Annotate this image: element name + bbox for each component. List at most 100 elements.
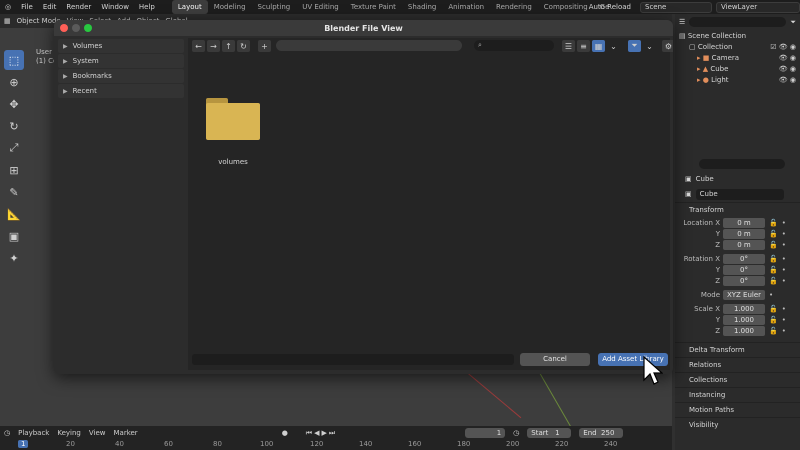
panel-visibility[interactable]: Visibility — [675, 417, 800, 432]
cancel-button[interactable]: Cancel — [520, 353, 590, 366]
sidebar-item-volumes[interactable]: ▶ Volumes — [58, 39, 184, 53]
tab-layout[interactable]: Layout — [171, 0, 208, 14]
panel-instancing[interactable]: Instancing — [675, 387, 800, 402]
transform-panel-header[interactable]: Transform — [675, 202, 800, 217]
timeline-menu-playback[interactable]: Playback — [18, 429, 49, 437]
keyframe-dot-icon[interactable]: • — [782, 327, 786, 335]
playback-controls-icon[interactable]: ⏮◀▶⏭ — [306, 429, 337, 438]
timeline-menu-view[interactable]: View — [89, 429, 106, 437]
rotation-z-field[interactable]: 0° — [723, 275, 765, 286]
folder-item[interactable]: volumes — [204, 98, 262, 166]
keyframe-dot-icon[interactable]: • — [782, 277, 786, 285]
scale-z-field[interactable]: 1.000 — [723, 325, 765, 336]
directory-path-input[interactable] — [276, 40, 462, 51]
keyframe-dot-icon[interactable]: • — [782, 219, 786, 227]
timeline-editor-icon[interactable]: ◷ — [4, 429, 10, 437]
rotate-icon[interactable]: ↻ — [4, 116, 24, 136]
timeline-menu-marker[interactable]: Marker — [113, 429, 137, 437]
tab-rendering[interactable]: Rendering — [490, 0, 538, 14]
keyframe-dot-icon[interactable]: • — [782, 241, 786, 249]
gear-icon[interactable]: ⚙ — [662, 40, 673, 52]
keyframe-dot-icon[interactable]: • — [782, 316, 786, 324]
visibility-icon[interactable]: 👁 ◉ — [779, 76, 796, 84]
outliner-row-light[interactable]: ▸ ● Light 👁 ◉ — [675, 74, 800, 85]
start-frame-field[interactable]: Start 1 — [527, 428, 572, 438]
current-frame-field[interactable]: 1 — [465, 428, 506, 438]
filter-icon[interactable]: ⏷ — [790, 18, 796, 27]
location-z-field[interactable]: 0 m — [723, 239, 765, 250]
rotation-mode-select[interactable]: XYZ Euler — [723, 289, 765, 300]
visibility-icon[interactable]: ☑ 👁 ◉ — [770, 43, 796, 51]
visibility-icon[interactable]: 👁 ◉ — [779, 65, 796, 73]
panel-delta-transform[interactable]: Delta Transform — [675, 342, 800, 357]
timeline-menu-keying[interactable]: Keying — [57, 429, 81, 437]
panel-collections[interactable]: Collections — [675, 372, 800, 387]
menu-window[interactable]: Window — [96, 0, 134, 14]
refresh-icon[interactable]: ↻ — [237, 40, 250, 52]
outliner-row-camera[interactable]: ▸ ■ Camera 👁 ◉ — [675, 52, 800, 63]
lock-icon[interactable]: 🔓 — [769, 266, 778, 274]
properties-search-input[interactable] — [699, 159, 785, 169]
rotation-x-field[interactable]: 0° — [723, 253, 765, 264]
tab-sculpting[interactable]: Sculpting — [252, 0, 297, 14]
new-folder-icon[interactable]: + — [258, 40, 271, 52]
select-box-icon[interactable]: ⬚ — [4, 50, 24, 70]
keyframe-dot-icon[interactable]: • — [769, 291, 773, 299]
menu-help[interactable]: Help — [134, 0, 160, 14]
scale-x-field[interactable]: 1.000 — [723, 303, 765, 314]
filter-icon[interactable]: ⏷ — [628, 40, 641, 52]
vertical-list-icon[interactable]: ☰ — [562, 40, 575, 52]
record-icon[interactable]: ● — [282, 429, 288, 437]
keyframe-dot-icon[interactable]: • — [782, 230, 786, 238]
back-arrow-icon[interactable]: ← — [192, 40, 205, 52]
scale-y-field[interactable]: 1.000 — [723, 314, 765, 325]
visibility-icon[interactable]: 👁 ◉ — [779, 54, 796, 62]
lock-icon[interactable]: 🔓 — [769, 255, 778, 263]
keyframe-dot-icon[interactable]: • — [782, 255, 786, 263]
outliner-editor-icon[interactable]: ☰ — [679, 18, 685, 26]
keyframe-dot-icon[interactable]: • — [782, 266, 786, 274]
cursor-icon[interactable]: ⊕ — [4, 72, 24, 92]
dialog-titlebar[interactable]: Blender File View — [54, 20, 673, 36]
scene-selector[interactable]: Scene — [640, 1, 712, 13]
object-name-field[interactable]: Cube — [695, 188, 784, 200]
add-cube-icon[interactable]: ▣ — [4, 226, 24, 246]
sidebar-item-recent[interactable]: ▶ Recent — [58, 84, 184, 98]
chevron-down-icon[interactable]: ⌄ — [607, 40, 620, 52]
lock-icon[interactable]: 🔓 — [769, 230, 778, 238]
menu-file[interactable]: File — [16, 0, 38, 14]
outliner-row-scene[interactable]: ▤ Scene Collection — [675, 30, 800, 41]
lock-icon[interactable]: 🔓 — [769, 327, 778, 335]
extra-tool-icon[interactable]: ✦ — [4, 248, 24, 268]
tab-modeling[interactable]: Modeling — [208, 0, 252, 14]
tab-texture-paint[interactable]: Texture Paint — [345, 0, 402, 14]
editor-type-icon[interactable]: ▦ — [4, 17, 11, 25]
keyframe-dot-icon[interactable]: • — [782, 305, 786, 313]
timeline-ruler[interactable]: 1 20 40 60 80 100 120 140 160 180 200 22… — [0, 440, 672, 450]
lock-icon[interactable]: 🔓 — [769, 316, 778, 324]
panel-relations[interactable]: Relations — [675, 357, 800, 372]
end-frame-field[interactable]: End 250 — [579, 428, 624, 438]
panel-motion-paths[interactable]: Motion Paths — [675, 402, 800, 417]
outliner-search-input[interactable] — [689, 17, 787, 27]
tab-animation[interactable]: Animation — [442, 0, 490, 14]
move-icon[interactable]: ✥ — [4, 94, 24, 114]
filename-input[interactable] — [192, 354, 514, 365]
menu-edit[interactable]: Edit — [38, 0, 62, 14]
chevron-down-icon[interactable]: ⌄ — [643, 40, 656, 52]
blender-logo-icon[interactable]: ◎ — [0, 0, 16, 14]
outliner-row-cube[interactable]: ▸ ▲ Cube 👁 ◉ — [675, 63, 800, 74]
lock-icon[interactable]: 🔓 — [769, 277, 778, 285]
lock-icon[interactable]: 🔓 — [769, 241, 778, 249]
sidebar-item-bookmarks[interactable]: ▶ Bookmarks — [58, 69, 184, 83]
playhead-frame[interactable]: 1 — [18, 440, 29, 448]
auto-reload-toggle[interactable]: Auto Reload — [584, 0, 636, 14]
tab-uv-editing[interactable]: UV Editing — [296, 0, 345, 14]
parent-directory-icon[interactable]: ↑ — [222, 40, 235, 52]
lock-icon[interactable]: 🔓 — [769, 219, 778, 227]
lock-icon[interactable]: 🔓 — [769, 305, 778, 313]
rotation-y-field[interactable]: 0° — [723, 264, 765, 275]
horizontal-list-icon[interactable]: ≡ — [577, 40, 590, 52]
location-x-field[interactable]: 0 m — [723, 217, 765, 228]
outliner-row-collection[interactable]: ▢ Collection ☑ 👁 ◉ — [675, 41, 800, 52]
